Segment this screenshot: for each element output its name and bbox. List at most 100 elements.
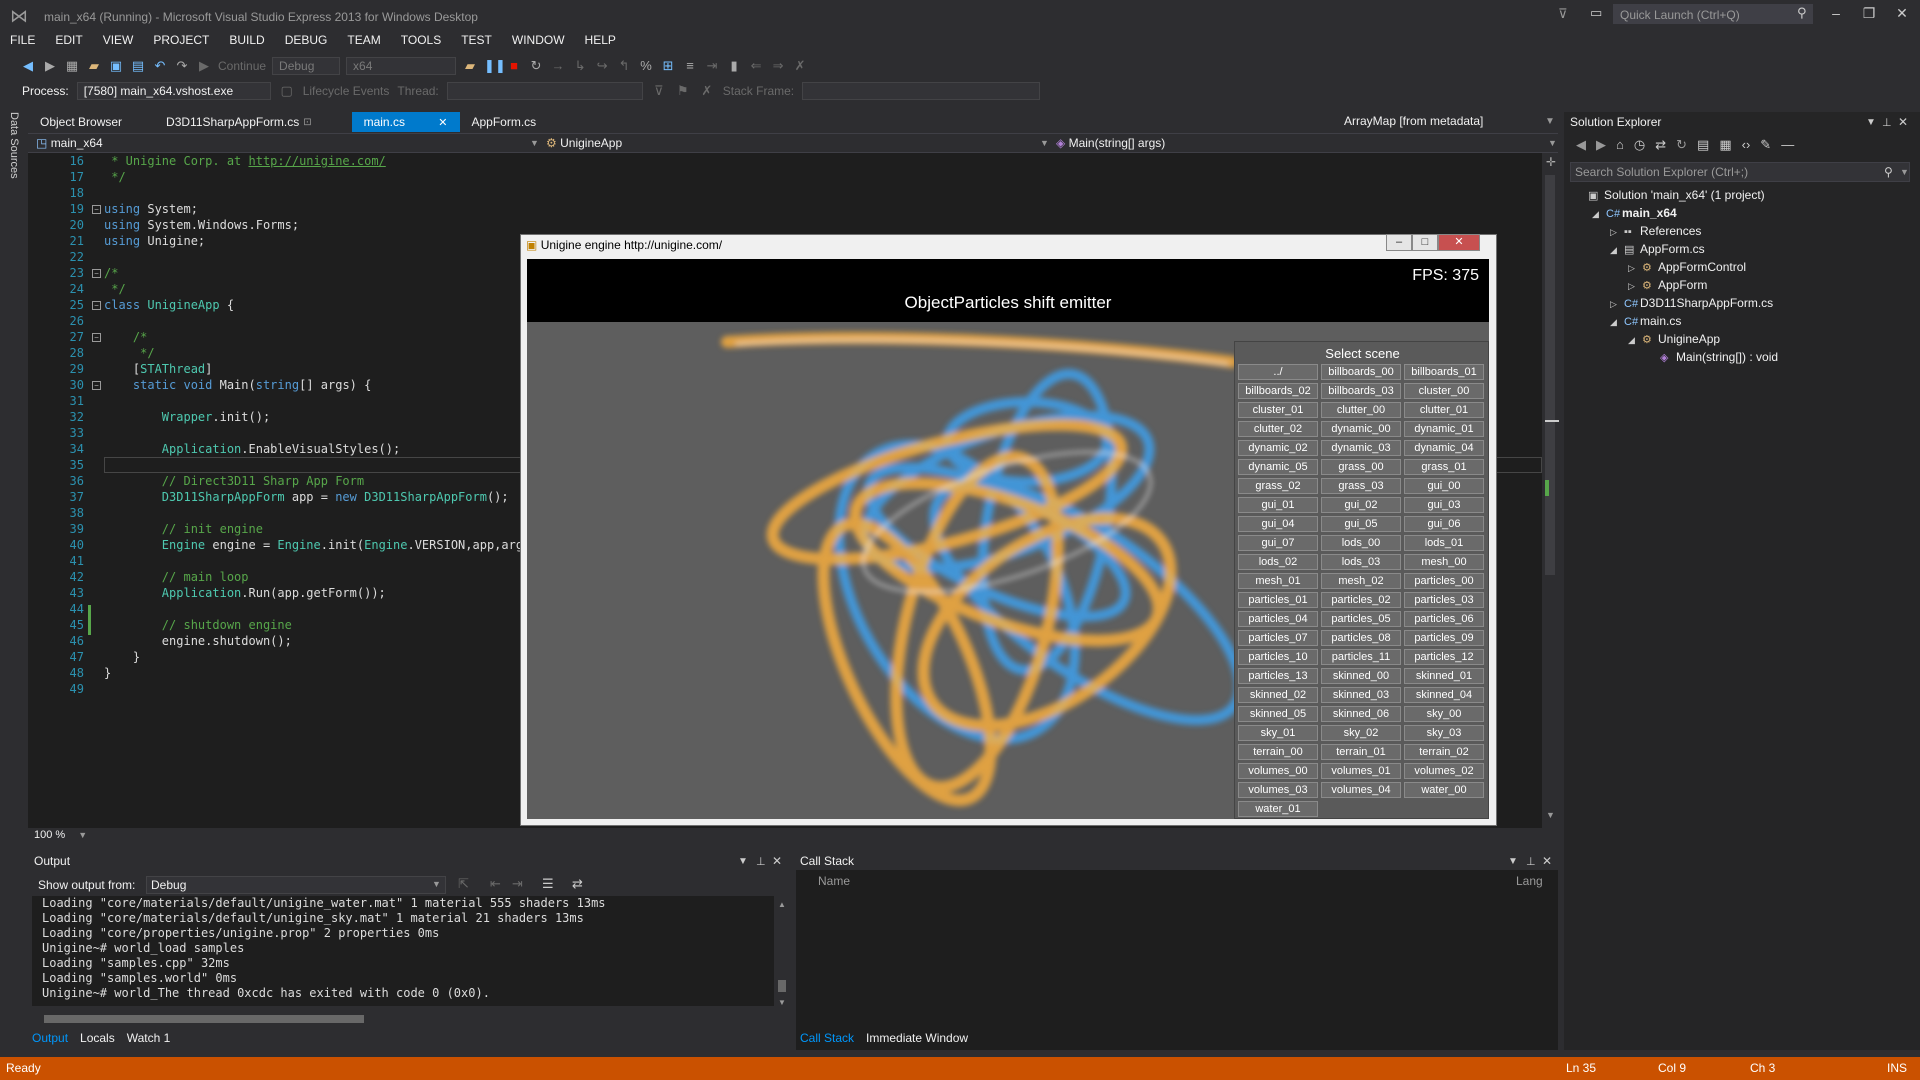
minimize-panel-icon[interactable]: — bbox=[1781, 137, 1794, 155]
code-line[interactable]: */ bbox=[104, 281, 524, 297]
code-line[interactable]: } bbox=[104, 665, 524, 681]
tab-d3d11sharpappform[interactable]: D3D11SharpAppForm.cs bbox=[154, 112, 311, 132]
scene-button[interactable]: water_00 bbox=[1404, 782, 1484, 798]
scene-button[interactable]: skinned_01 bbox=[1404, 668, 1484, 684]
scene-button[interactable]: particles_04 bbox=[1238, 611, 1318, 627]
code-line[interactable] bbox=[104, 681, 524, 697]
menu-edit[interactable]: EDIT bbox=[45, 32, 92, 50]
tree-item[interactable]: ▷ ▪▪ References bbox=[1574, 222, 1914, 240]
close-icon[interactable]: ✕ bbox=[1898, 115, 1908, 129]
next-bookmark-icon[interactable]: ⇒ bbox=[770, 58, 786, 74]
tree-expander-icon[interactable]: ▷ bbox=[1628, 259, 1642, 277]
code-line[interactable]: */ bbox=[104, 345, 524, 361]
pause-icon[interactable]: ❚❚ bbox=[484, 58, 506, 74]
scene-button[interactable]: dynamic_03 bbox=[1321, 440, 1401, 456]
scene-button[interactable]: volumes_02 bbox=[1404, 763, 1484, 779]
scene-button[interactable]: particles_09 bbox=[1404, 630, 1484, 646]
bookmark-icon[interactable]: ▮ bbox=[726, 58, 742, 74]
step-over-icon[interactable]: ↪ bbox=[594, 58, 610, 74]
menu-project[interactable]: PROJECT bbox=[143, 32, 219, 50]
format-icon[interactable]: ⊞ bbox=[660, 58, 676, 74]
code-line[interactable] bbox=[104, 425, 524, 441]
collapse-all-icon[interactable]: ▤ bbox=[1697, 137, 1709, 155]
output-vscroll-thumb[interactable] bbox=[778, 980, 786, 992]
lifecycle-events-dropdown[interactable]: Lifecycle Events bbox=[303, 84, 390, 98]
thread-dropdown[interactable] bbox=[446, 82, 643, 100]
scene-button[interactable]: skinned_02 bbox=[1238, 687, 1318, 703]
scene-button[interactable]: particles_12 bbox=[1404, 649, 1484, 665]
continue-icon[interactable]: ▶ bbox=[196, 58, 212, 74]
home-icon[interactable]: ⌂ bbox=[1616, 137, 1624, 155]
sync-icon[interactable]: ◷ bbox=[1634, 137, 1645, 155]
scene-button[interactable]: particles_13 bbox=[1238, 668, 1318, 684]
save-icon[interactable]: ▣ bbox=[108, 58, 124, 74]
pin-icon[interactable]: ⊥ bbox=[1526, 855, 1536, 868]
restore-button[interactable]: ❐ bbox=[1855, 5, 1883, 25]
pin-icon[interactable]: ⊥ bbox=[756, 855, 766, 868]
engine-minimize-button[interactable]: – bbox=[1386, 234, 1412, 251]
scene-button[interactable]: skinned_03 bbox=[1321, 687, 1401, 703]
scene-button[interactable]: volumes_03 bbox=[1238, 782, 1318, 798]
scene-button[interactable]: grass_01 bbox=[1404, 459, 1484, 475]
scene-button[interactable]: dynamic_04 bbox=[1404, 440, 1484, 456]
chevron-down-icon[interactable]: ▼ bbox=[1900, 167, 1909, 177]
stop-icon[interactable]: ■ bbox=[506, 58, 522, 74]
comment-icon[interactable]: ≡ bbox=[682, 58, 698, 74]
scene-button[interactable]: gui_04 bbox=[1238, 516, 1318, 532]
menu-help[interactable]: HELP bbox=[575, 32, 626, 50]
scene-button[interactable]: water_01 bbox=[1238, 801, 1318, 817]
code-text[interactable]: * Unigine Corp. at http://unigine.com/ *… bbox=[104, 153, 531, 828]
scene-button[interactable]: billboards_01 bbox=[1404, 364, 1484, 380]
scene-button[interactable]: terrain_02 bbox=[1404, 744, 1484, 760]
scene-button[interactable]: clutter_02 bbox=[1238, 421, 1318, 437]
redo-icon[interactable]: ↷ bbox=[174, 58, 190, 74]
scene-button[interactable]: cluster_01 bbox=[1238, 402, 1318, 418]
close-icon[interactable]: ✕ bbox=[1542, 854, 1552, 868]
scene-button[interactable]: skinned_05 bbox=[1238, 706, 1318, 722]
data-sources-tab[interactable]: Data Sources bbox=[8, 112, 20, 179]
scene-button[interactable]: mesh_01 bbox=[1238, 573, 1318, 589]
tab-appform[interactable]: AppForm.cs bbox=[460, 112, 549, 132]
code-line[interactable]: Engine engine = Engine.init(Engine.VERSI… bbox=[104, 537, 531, 553]
scene-button[interactable]: dynamic_05 bbox=[1238, 459, 1318, 475]
collapse-icon[interactable]: − bbox=[92, 381, 101, 390]
tree-expander-icon[interactable]: ◢ bbox=[1610, 241, 1624, 259]
engine-close-button[interactable]: ✕ bbox=[1438, 234, 1480, 251]
code-line[interactable]: // init engine bbox=[104, 521, 524, 537]
scene-button[interactable]: mesh_02 bbox=[1321, 573, 1401, 589]
scene-button[interactable]: ../ bbox=[1238, 364, 1318, 380]
tree-item[interactable]: ▣ Solution 'main_x64' (1 project) bbox=[1574, 186, 1914, 204]
chevron-down-icon[interactable]: ▼ bbox=[1040, 138, 1049, 148]
tree-expander-icon[interactable]: ▷ bbox=[1610, 223, 1624, 241]
code-line[interactable]: /* bbox=[104, 265, 524, 281]
tab-main-cs[interactable]: main.cs ✕ bbox=[351, 112, 460, 132]
tree-expander-icon[interactable]: ▷ bbox=[1628, 277, 1642, 295]
prev-bookmark-icon[interactable]: ⇐ bbox=[748, 58, 764, 74]
view-code-icon[interactable]: ‹› bbox=[1742, 137, 1751, 155]
scene-button[interactable]: lods_02 bbox=[1238, 554, 1318, 570]
scene-button[interactable]: volumes_01 bbox=[1321, 763, 1401, 779]
scene-button[interactable]: gui_01 bbox=[1238, 497, 1318, 513]
properties-icon[interactable]: ✎ bbox=[1760, 137, 1771, 155]
chevron-down-icon[interactable]: ▼ bbox=[78, 830, 87, 840]
filter-icon[interactable]: ⊽ bbox=[1558, 6, 1568, 22]
scene-button[interactable]: particles_08 bbox=[1321, 630, 1401, 646]
code-link[interactable]: http://unigine.com/ bbox=[249, 154, 386, 168]
tree-expander-icon[interactable]: ◢ bbox=[1592, 205, 1606, 223]
scene-button[interactable]: particles_10 bbox=[1238, 649, 1318, 665]
code-line[interactable]: engine.shutdown(); bbox=[104, 633, 524, 649]
close-icon[interactable]: ✕ bbox=[772, 854, 782, 868]
tree-item[interactable]: ▷ ⚙ AppForm bbox=[1574, 276, 1914, 294]
code-line[interactable]: D3D11SharpAppForm app = new D3D11SharpAp… bbox=[104, 489, 524, 505]
scene-button[interactable]: gui_07 bbox=[1238, 535, 1318, 551]
scene-button[interactable]: billboards_02 bbox=[1238, 383, 1318, 399]
panel-options-icon[interactable]: ▼ bbox=[1866, 117, 1876, 128]
prev-message-icon[interactable]: ⇤ bbox=[490, 876, 501, 892]
quick-launch-input[interactable]: Quick Launch (Ctrl+Q) bbox=[1613, 4, 1813, 24]
back-icon[interactable]: ◀ bbox=[20, 58, 36, 74]
code-line[interactable] bbox=[104, 249, 524, 265]
tab-watch-1[interactable]: Watch 1 bbox=[127, 1031, 171, 1045]
code-line[interactable]: [STAThread] bbox=[104, 361, 524, 377]
scene-button[interactable]: clutter_00 bbox=[1321, 402, 1401, 418]
code-line[interactable] bbox=[104, 185, 524, 201]
